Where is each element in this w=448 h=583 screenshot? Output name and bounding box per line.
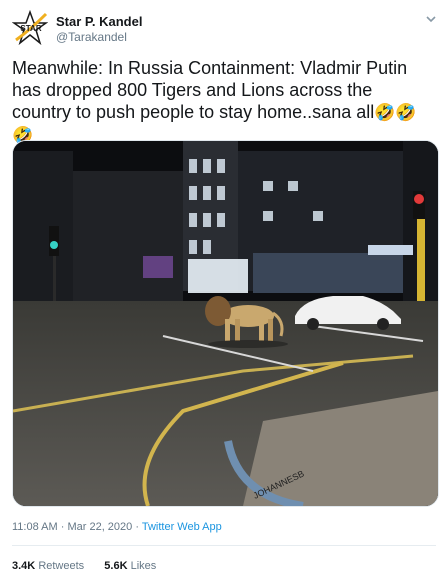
likes-count: 5.6K xyxy=(104,560,128,572)
street-lion-photo: JOHANNESB xyxy=(13,141,438,506)
retweets-count: 3.4K xyxy=(12,560,36,572)
avatar[interactable]: STAR xyxy=(11,9,49,46)
avatar-text: STAR xyxy=(20,24,41,33)
tweet-date[interactable]: Mar 22, 2020 xyxy=(67,521,132,533)
user-name[interactable]: Star P. Kandel xyxy=(56,14,142,29)
tweet-text: Meanwhile: In Russia Containment: Vladmi… xyxy=(12,57,432,147)
meta-separator: · xyxy=(57,521,68,533)
tweet-meta: 11:08 AM · Mar 22, 2020 · Twitter Web Ap… xyxy=(12,521,222,533)
tweet-media-photo[interactable]: JOHANNESB xyxy=(12,140,439,507)
tweet-time[interactable]: 11:08 AM xyxy=(12,521,58,533)
tweet-stats: 3.4K Retweets 5.6K Likes xyxy=(12,560,156,572)
likes-label: Likes xyxy=(130,560,157,572)
emoji-rofl-2: 🤣 xyxy=(395,103,417,122)
retweets-label: Retweets xyxy=(38,560,85,572)
tweet-card: STAR Star P. Kandel @Tarakandel Meanwhil… xyxy=(0,0,448,583)
chevron-down-icon[interactable] xyxy=(424,12,438,26)
divider xyxy=(12,545,436,546)
meta-separator: · xyxy=(132,521,142,533)
tweet-body: Meanwhile: In Russia Containment: Vladmi… xyxy=(12,58,408,122)
emoji-rofl-1: 🤣 xyxy=(374,103,396,122)
tweet-source-link[interactable]: Twitter Web App xyxy=(142,521,222,533)
user-handle[interactable]: @Tarakandel xyxy=(56,30,127,44)
retweets-stat[interactable]: 3.4K Retweets xyxy=(12,560,84,572)
star-logo-icon: STAR xyxy=(11,9,49,46)
likes-stat[interactable]: 5.6K Likes xyxy=(104,560,156,572)
